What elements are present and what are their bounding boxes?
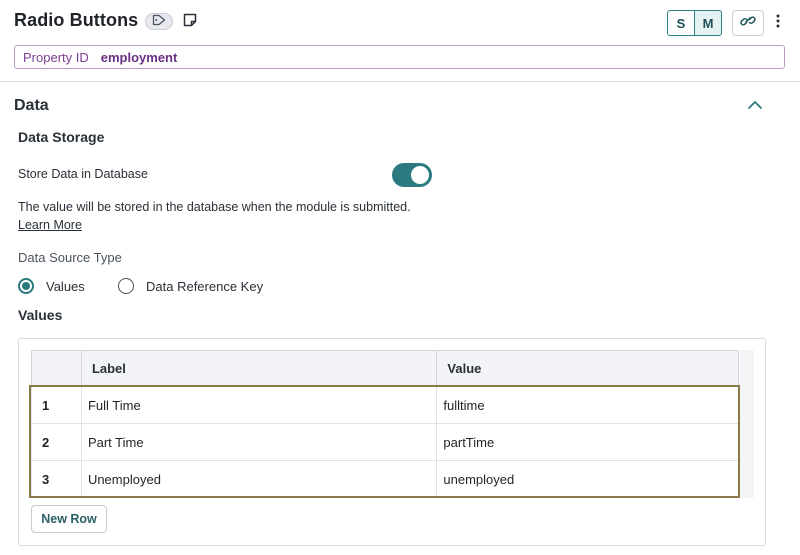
store-data-label: Store Data in Database — [18, 167, 148, 181]
section-title-data: Data — [14, 97, 49, 114]
size-m-button[interactable]: M — [694, 10, 722, 36]
values-title: Values — [18, 307, 63, 323]
table-row[interactable]: 2 Part Time partTime — [31, 423, 739, 461]
vertical-dots-icon — [776, 14, 780, 33]
note-button[interactable] — [181, 13, 199, 31]
store-data-help-text: The value will be stored in the database… — [18, 200, 411, 214]
value-cell[interactable]: fulltime — [436, 386, 739, 424]
more-options-button[interactable] — [771, 12, 785, 34]
row-number: 2 — [31, 423, 82, 461]
data-storage-title: Data Storage — [18, 129, 105, 145]
row-number: 3 — [31, 460, 82, 498]
row-number: 1 — [31, 386, 82, 424]
radio-checked-icon — [18, 278, 34, 294]
radio-option-data-reference-key[interactable]: Data Reference Key — [118, 277, 263, 295]
link-icon — [740, 14, 756, 33]
size-toggle-group: S M — [667, 10, 722, 36]
property-id-field[interactable]: Property ID employment — [14, 45, 785, 69]
component-title: Radio Buttons — [14, 10, 139, 30]
value-column-header[interactable]: Value — [436, 350, 739, 387]
data-source-type-label: Data Source Type — [18, 250, 122, 265]
new-row-button[interactable]: New Row — [31, 505, 107, 533]
tag-button[interactable] — [145, 13, 173, 30]
editor-header: Radio Buttons S M Property ID employment — [0, 0, 800, 82]
value-cell[interactable]: unemployed — [436, 460, 739, 498]
chevron-up-icon — [747, 97, 763, 115]
property-id-label: Property ID — [23, 49, 89, 65]
table-row[interactable]: 3 Unemployed unemployed — [31, 460, 739, 498]
label-cell[interactable]: Unemployed — [80, 460, 438, 498]
radio-option-data-reference-key-label: Data Reference Key — [146, 278, 264, 294]
radio-unchecked-icon — [118, 278, 134, 294]
values-table: Label Value 1 Full Time fulltime 2 Part … — [31, 350, 739, 498]
label-cell[interactable]: Part Time — [80, 423, 438, 461]
store-data-toggle[interactable] — [392, 163, 432, 187]
property-id-value: employment — [100, 49, 178, 65]
label-column-header[interactable]: Label — [80, 350, 438, 387]
label-cell[interactable]: Full Time — [80, 386, 438, 424]
table-row[interactable]: 1 Full Time fulltime — [31, 386, 739, 424]
link-button[interactable] — [732, 10, 764, 36]
note-icon — [182, 12, 198, 33]
radio-option-values-label: Values — [46, 278, 85, 294]
radio-option-values[interactable]: Values — [18, 277, 85, 295]
table-header-row: Label Value — [31, 350, 739, 387]
toggle-knob — [411, 166, 429, 184]
tag-icon — [152, 13, 166, 31]
row-number-header — [31, 350, 82, 387]
learn-more-link[interactable]: Learn More — [18, 218, 82, 232]
table-scrollbar[interactable] — [740, 350, 754, 498]
collapse-button[interactable] — [745, 98, 765, 114]
size-s-button[interactable]: S — [667, 10, 695, 36]
value-cell[interactable]: partTime — [436, 423, 739, 461]
